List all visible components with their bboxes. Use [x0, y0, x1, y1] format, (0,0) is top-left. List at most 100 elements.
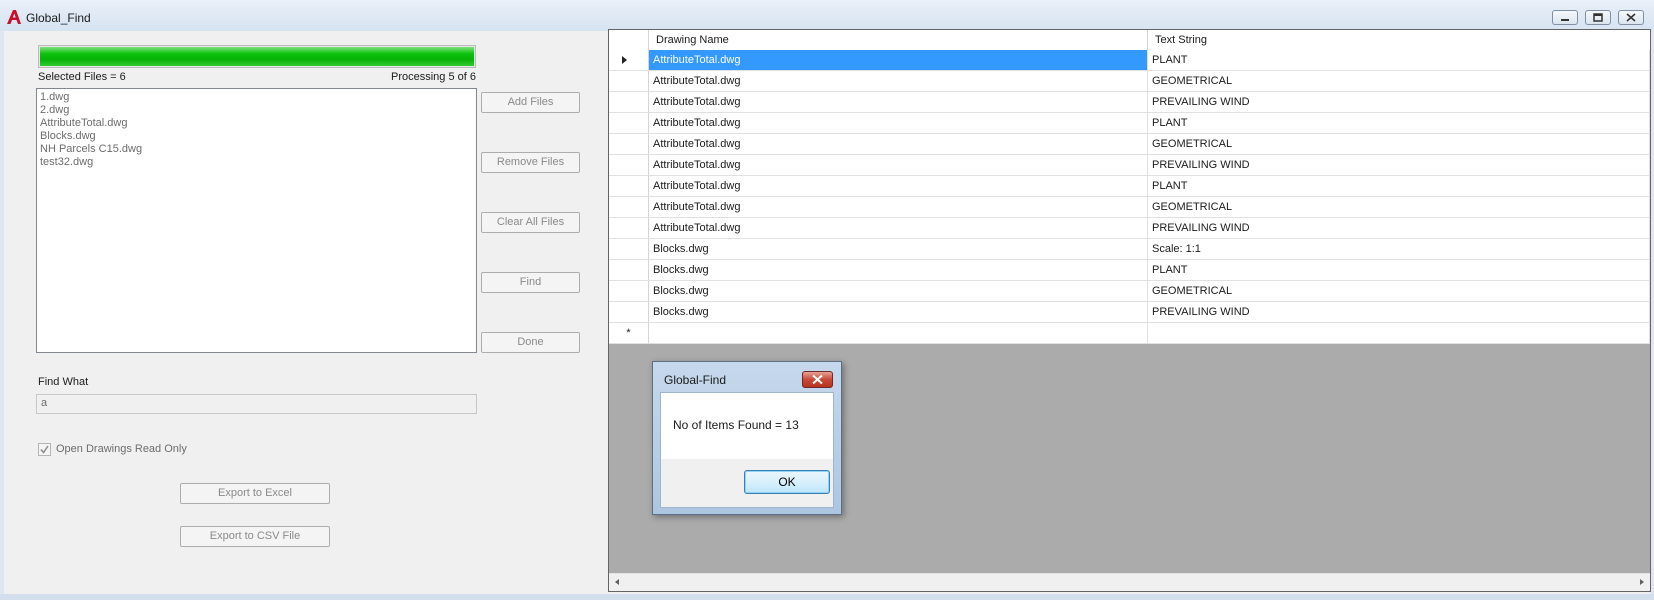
row-header[interactable] — [609, 71, 649, 91]
row-header[interactable] — [609, 155, 649, 175]
text-string-cell[interactable]: Scale: 1:1 — [1148, 239, 1650, 259]
progress-fill — [40, 47, 474, 66]
table-row[interactable]: AttributeTotal.dwg PLANT — [609, 50, 1650, 71]
drawing-name-cell[interactable]: AttributeTotal.dwg — [649, 71, 1148, 91]
selected-files-label: Selected Files = 6 — [38, 71, 126, 83]
list-item[interactable]: NH Parcels C15.dwg — [40, 143, 473, 156]
minimize-button[interactable] — [1552, 10, 1578, 25]
text-string-cell[interactable]: PREVAILING WIND — [1148, 218, 1650, 238]
list-item[interactable]: Blocks.dwg — [40, 130, 473, 143]
new-row[interactable]: * — [609, 323, 1650, 344]
scroll-right-icon[interactable] — [1636, 574, 1648, 590]
minimize-icon — [1561, 19, 1569, 21]
row-header-corner — [609, 30, 649, 50]
message-dialog: Global-Find No of Items Found = 13 OK — [652, 361, 842, 515]
export-csv-button[interactable]: Export to CSV File — [180, 526, 330, 547]
drawing-name-cell[interactable]: AttributeTotal.dwg — [649, 92, 1148, 112]
drawing-name-cell[interactable]: AttributeTotal.dwg — [649, 134, 1148, 154]
drawing-name-cell[interactable]: Blocks.dwg — [649, 302, 1148, 322]
ok-button[interactable]: OK — [744, 470, 830, 494]
autocad-a-icon — [7, 10, 21, 24]
table-row[interactable]: AttributeTotal.dwg GEOMETRICAL — [609, 134, 1650, 155]
done-button[interactable]: Done — [481, 332, 580, 353]
dialog-title: Global-Find — [664, 373, 727, 387]
list-item[interactable]: test32.dwg — [40, 156, 473, 169]
row-header[interactable] — [609, 113, 649, 133]
list-item[interactable]: 1.dwg — [40, 91, 473, 104]
text-string-cell[interactable]: PLANT — [1148, 50, 1650, 70]
column-header-drawing-name[interactable]: Drawing Name — [649, 30, 1148, 50]
drawing-name-cell[interactable]: AttributeTotal.dwg — [649, 155, 1148, 175]
table-row[interactable]: Blocks.dwg PLANT — [609, 260, 1650, 281]
close-icon — [812, 374, 823, 385]
table-row[interactable]: AttributeTotal.dwg PREVAILING WIND — [609, 218, 1650, 239]
find-what-input[interactable]: a — [36, 394, 477, 414]
drawing-name-cell[interactable]: AttributeTotal.dwg — [649, 197, 1148, 217]
add-files-button[interactable]: Add Files — [481, 92, 580, 113]
row-header[interactable] — [609, 92, 649, 112]
row-header[interactable] — [609, 260, 649, 280]
drawing-name-cell[interactable]: Blocks.dwg — [649, 239, 1148, 259]
table-row[interactable]: AttributeTotal.dwg PREVAILING WIND — [609, 155, 1650, 176]
text-string-cell[interactable]: PLANT — [1148, 176, 1650, 196]
drawing-name-cell[interactable]: AttributeTotal.dwg — [649, 50, 1148, 70]
text-string-cell[interactable]: GEOMETRICAL — [1148, 71, 1650, 91]
window-title: Global_Find — [26, 11, 91, 25]
text-string-cell[interactable]: GEOMETRICAL — [1148, 134, 1650, 154]
list-item[interactable]: 2.dwg — [40, 104, 473, 117]
checkmark-icon — [40, 445, 49, 454]
table-row[interactable]: Blocks.dwg Scale: 1:1 — [609, 239, 1650, 260]
find-button[interactable]: Find — [481, 272, 580, 293]
text-string-cell[interactable]: PREVAILING WIND — [1148, 92, 1650, 112]
horizontal-scrollbar[interactable] — [609, 573, 1650, 591]
clear-all-files-button[interactable]: Clear All Files — [481, 212, 580, 233]
scroll-left-icon[interactable] — [611, 574, 623, 590]
text-string-cell[interactable]: PLANT — [1148, 113, 1650, 133]
current-row-arrow-icon — [622, 56, 627, 64]
table-row[interactable]: Blocks.dwg PREVAILING WIND — [609, 302, 1650, 323]
table-row[interactable]: AttributeTotal.dwg PLANT — [609, 113, 1650, 134]
row-header[interactable] — [609, 239, 649, 259]
new-row-marker: * — [609, 323, 649, 343]
remove-files-button[interactable]: Remove Files — [481, 152, 580, 173]
table-row[interactable]: AttributeTotal.dwg GEOMETRICAL — [609, 71, 1650, 92]
text-string-cell[interactable]: PREVAILING WIND — [1148, 302, 1650, 322]
row-header[interactable] — [609, 134, 649, 154]
list-item[interactable]: AttributeTotal.dwg — [40, 117, 473, 130]
drawing-name-cell[interactable]: AttributeTotal.dwg — [649, 113, 1148, 133]
drawing-name-cell[interactable]: Blocks.dwg — [649, 260, 1148, 280]
row-header[interactable] — [609, 197, 649, 217]
drawing-name-cell[interactable]: AttributeTotal.dwg — [649, 176, 1148, 196]
find-what-label: Find What — [38, 376, 89, 388]
text-string-cell[interactable]: PLANT — [1148, 260, 1650, 280]
restore-icon — [1593, 13, 1603, 22]
text-string-cell[interactable]: GEOMETRICAL — [1148, 281, 1650, 301]
export-excel-button[interactable]: Export to Excel — [180, 483, 330, 504]
table-row[interactable]: AttributeTotal.dwg PLANT — [609, 176, 1650, 197]
row-header[interactable] — [609, 281, 649, 301]
row-header[interactable] — [609, 302, 649, 322]
window-bottom-border — [0, 594, 1654, 600]
restore-button[interactable] — [1585, 10, 1611, 25]
drawing-name-cell[interactable]: Blocks.dwg — [649, 281, 1148, 301]
progress-bar — [38, 45, 476, 68]
row-header[interactable] — [609, 218, 649, 238]
table-row[interactable]: Blocks.dwg GEOMETRICAL — [609, 281, 1650, 302]
drawing-name-cell[interactable] — [649, 323, 1148, 343]
text-string-cell[interactable]: GEOMETRICAL — [1148, 197, 1650, 217]
table-row[interactable]: AttributeTotal.dwg PREVAILING WIND — [609, 92, 1650, 113]
read-only-label: Open Drawings Read Only — [56, 443, 187, 455]
file-list[interactable]: 1.dwg 2.dwg AttributeTotal.dwg Blocks.dw… — [36, 88, 477, 353]
dialog-message-area: No of Items Found = 13 — [661, 393, 833, 459]
drawing-name-cell[interactable]: AttributeTotal.dwg — [649, 218, 1148, 238]
dialog-close-button[interactable] — [802, 371, 833, 388]
column-header-text-string[interactable]: Text String — [1148, 30, 1650, 50]
text-string-cell[interactable]: PREVAILING WIND — [1148, 155, 1650, 175]
row-header[interactable] — [609, 50, 649, 70]
dialog-message: No of Items Found = 13 — [673, 418, 799, 432]
read-only-checkbox[interactable] — [38, 443, 51, 456]
text-string-cell[interactable] — [1148, 323, 1650, 343]
close-window-button[interactable] — [1618, 10, 1644, 25]
row-header[interactable] — [609, 176, 649, 196]
table-row[interactable]: AttributeTotal.dwg GEOMETRICAL — [609, 197, 1650, 218]
